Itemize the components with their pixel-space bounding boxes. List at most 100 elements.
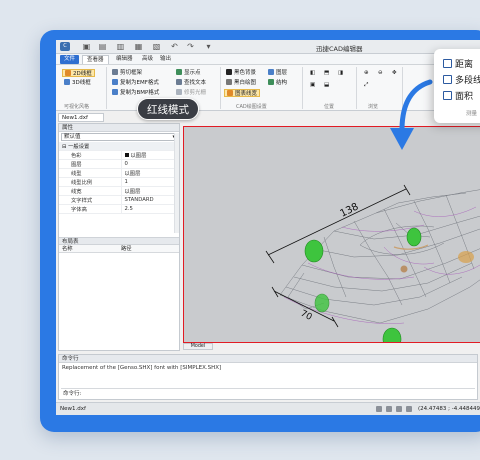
properties-dropdown-value: 默认值	[64, 134, 81, 140]
property-value: 以图层	[120, 168, 179, 178]
wireframe-3d-button[interactable]: 3D线框	[64, 79, 91, 87]
properties-dropdown[interactable]: 默认值▾	[61, 133, 177, 141]
group-label-visual-style: 可视化风格	[64, 104, 90, 110]
layouts-columns: 名称 路径	[59, 245, 179, 253]
status-filename: New1.dxf	[60, 406, 86, 412]
wireframe-2d-button[interactable]: 2D线框	[62, 69, 95, 77]
redo-icon[interactable]: ↷	[186, 42, 195, 51]
position-bottom-icon[interactable]: ⬓	[324, 81, 329, 89]
menu-editor[interactable]: 编辑器	[112, 55, 137, 64]
pointer-arrow-icon	[390, 79, 433, 150]
property-row[interactable]: 线宽 以图层	[59, 186, 179, 196]
black-white-icon	[226, 79, 232, 85]
document-icon[interactable]: ▧	[152, 42, 161, 51]
measure-area-item[interactable]: 面积	[443, 89, 473, 102]
property-key: 字体高	[59, 204, 121, 214]
column-path[interactable]: 路径	[121, 245, 132, 253]
engine-detail	[458, 251, 474, 263]
front-right-wheel	[314, 293, 330, 313]
ribbon-divider	[302, 67, 303, 109]
open-icon[interactable]: ▣	[82, 42, 91, 51]
save-icon[interactable]: ▤	[98, 42, 107, 51]
property-value: 2.5	[120, 204, 179, 214]
undo-icon[interactable]: ↶	[170, 42, 179, 51]
column-name[interactable]: 名称	[62, 245, 73, 253]
fit-icon[interactable]: ⤢	[364, 81, 368, 89]
property-key: 线型	[59, 168, 121, 178]
dropdown-icon[interactable]: ▾	[204, 42, 213, 51]
find-text-button[interactable]: 查找文本	[176, 79, 206, 87]
property-row[interactable]: 线型比例 1	[59, 177, 179, 187]
property-value: 以图层	[120, 186, 179, 196]
copy-bmp-button[interactable]: 复制为BMP格式	[112, 89, 159, 97]
property-row[interactable]: 色彩 以图层	[59, 150, 179, 160]
window-title: 迅捷CAD编辑器	[316, 45, 363, 53]
position-left-icon[interactable]: ◧	[310, 69, 315, 77]
property-value: STANDARD	[120, 195, 179, 205]
property-value: 以图层	[120, 150, 179, 160]
copy-emf-button[interactable]: 复制为EMF格式	[112, 79, 159, 87]
property-key: 线宽	[59, 186, 121, 196]
command-prompt-label: 命令行:	[63, 391, 82, 397]
zoom-out-icon[interactable]: ⊖	[378, 69, 383, 77]
menu-file[interactable]: 文件	[60, 55, 80, 64]
group-label-position: 位置	[324, 104, 335, 110]
position-center-icon[interactable]: ▣	[310, 81, 315, 89]
properties-section-label: 一般设置	[68, 144, 90, 150]
menu-advanced[interactable]: 高级	[138, 55, 157, 64]
structure-label: 结构	[276, 80, 288, 86]
black-white-button[interactable]: 黑白绘图	[226, 79, 256, 87]
black-background-button[interactable]: 黑色背景	[226, 69, 256, 77]
layers-button[interactable]: 图层	[268, 69, 287, 77]
command-input[interactable]: 命令行:	[61, 388, 475, 398]
property-key: 文字样式	[59, 195, 121, 205]
layers-icon	[268, 69, 274, 75]
properties-panel: 属性 默认值▾ ⊟ 一般设置 色彩以图层 图层0 线型以图层 线型比例1 线宽以…	[58, 123, 180, 351]
property-row[interactable]: 线型 以图层	[59, 168, 179, 178]
measure-distance-item[interactable]: 距离	[443, 57, 473, 70]
command-panel: 命令行 Replacement of the [Genso.SHX] font …	[58, 354, 478, 400]
command-header: 命令行	[59, 355, 477, 363]
grid-icon[interactable]	[386, 406, 392, 412]
copy-bmp-label: 复制为BMP格式	[120, 90, 160, 96]
show-points-label: 显示点	[184, 70, 201, 76]
clip-frame-button[interactable]: 剪切框架	[112, 69, 142, 77]
properties-scrollbar[interactable]	[174, 133, 179, 233]
wireframe-3d-icon	[64, 79, 70, 85]
polar-icon[interactable]	[406, 406, 412, 412]
position-top-icon[interactable]: ⬒	[324, 69, 329, 77]
black-background-label: 黑色背景	[234, 70, 257, 76]
ribbon-divider	[106, 67, 107, 109]
zoom-in-icon[interactable]: ⊕	[364, 69, 369, 77]
property-key: 图层	[59, 159, 121, 169]
menu-output[interactable]: 输出	[156, 55, 175, 64]
property-key: 色彩	[59, 150, 121, 160]
layouts-panel: 布局表 名称 路径	[59, 237, 179, 253]
property-row[interactable]: 文字样式 STANDARD	[59, 195, 179, 205]
snap-icon[interactable]	[376, 406, 382, 412]
show-points-button[interactable]: 显示点	[176, 69, 201, 77]
app-logo-icon[interactable]: C	[60, 42, 70, 51]
print-icon[interactable]: ▥	[116, 42, 125, 51]
line-width-button[interactable]: 图表线宽	[224, 89, 261, 97]
preview-icon[interactable]: ▦	[134, 42, 143, 51]
measure-area-label: 面积	[455, 92, 474, 102]
ortho-icon[interactable]	[396, 406, 402, 412]
trim-raster-button[interactable]: 修剪光栅	[176, 89, 206, 97]
model-tab[interactable]: Model	[183, 343, 213, 350]
seat-detail	[393, 244, 429, 250]
black-background-icon	[226, 69, 232, 75]
position-right-icon[interactable]: ◨	[338, 69, 343, 77]
line-width-icon	[227, 90, 233, 96]
pan-icon[interactable]: ✥	[392, 69, 397, 77]
wireframe-3d-label: 3D线框	[72, 80, 91, 86]
document-tab[interactable]: New1.dxf	[58, 113, 104, 122]
property-row[interactable]: 图层 0	[59, 159, 179, 169]
property-value: 0	[120, 159, 179, 169]
structure-button[interactable]: 结构	[268, 79, 287, 87]
properties-section[interactable]: ⊟ 一般设置	[59, 142, 179, 151]
red-line-mode-badge: 红线模式	[137, 98, 199, 120]
measure-polyline-item[interactable]: 多段线	[443, 73, 480, 86]
property-row[interactable]: 字体高 2.5	[59, 204, 179, 214]
menu-viewer[interactable]: 查看器	[82, 55, 109, 64]
